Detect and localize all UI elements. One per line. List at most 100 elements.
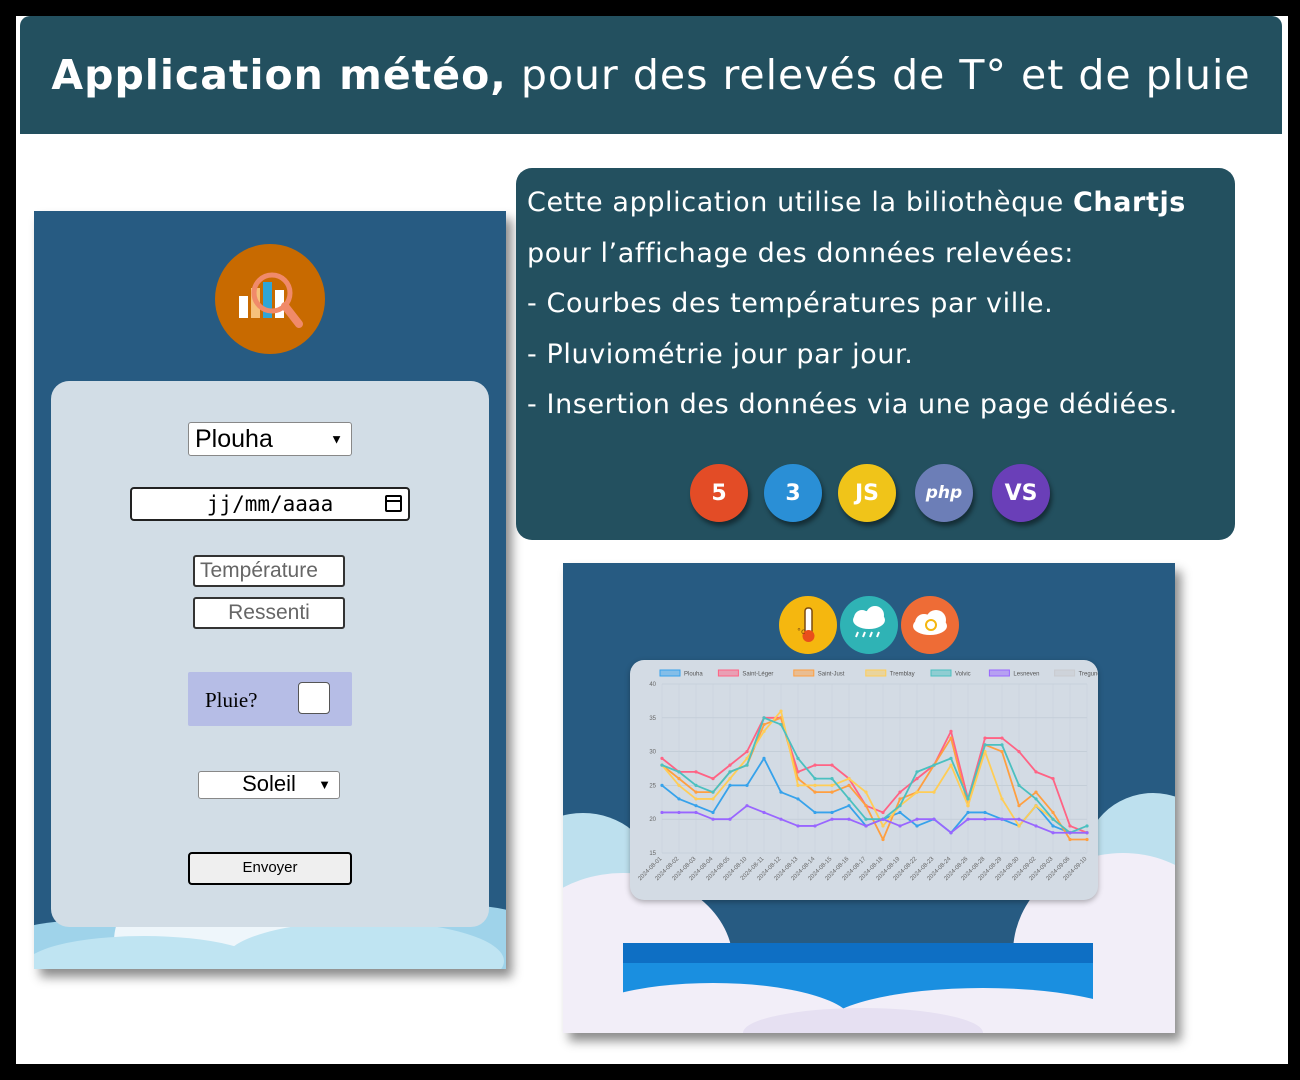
data-point — [1068, 824, 1072, 828]
pluie-checkbox[interactable] — [298, 682, 330, 714]
data-point — [762, 810, 766, 815]
data-point — [1085, 824, 1089, 828]
data-point — [932, 763, 936, 767]
data-point — [1068, 837, 1072, 842]
css3-label: 3 — [785, 480, 801, 506]
weather-select[interactable]: Soleil ▼ — [198, 771, 340, 799]
data-point — [932, 790, 936, 794]
data-point — [966, 797, 970, 801]
php-icon: php — [915, 464, 973, 522]
data-point — [711, 777, 715, 781]
data-point — [1051, 824, 1055, 828]
thermometer-icon[interactable]: °c — [779, 596, 837, 654]
data-point — [830, 810, 834, 815]
submit-button[interactable]: Envoyer — [188, 852, 352, 885]
data-point — [898, 790, 902, 794]
info-line-1: Cette application utilise la biliothèque… — [527, 178, 1186, 229]
data-point — [745, 763, 749, 767]
series-line — [661, 710, 1087, 834]
data-point — [1068, 831, 1072, 835]
data-point — [694, 810, 698, 815]
data-point — [898, 804, 902, 808]
data-point — [660, 756, 664, 760]
date-input-placeholder: jj/mm/aaaa — [206, 492, 334, 516]
y-tick-label: 30 — [649, 750, 656, 756]
data-point — [762, 756, 766, 760]
info-line-2: pour l’affichage des données relevées: — [527, 237, 1074, 269]
data-point — [728, 817, 732, 821]
city-select[interactable]: Plouha ▼ — [188, 422, 352, 456]
data-point — [796, 783, 800, 787]
data-point — [1085, 831, 1089, 835]
legend-swatch — [717, 669, 739, 677]
date-input[interactable]: jj/mm/aaaa — [130, 487, 410, 521]
data-point — [677, 797, 681, 801]
calendar-icon[interactable] — [385, 495, 402, 512]
visual-studio-label: VS — [1004, 480, 1038, 506]
data-point — [1000, 817, 1004, 821]
data-point — [915, 770, 919, 774]
data-point — [1034, 797, 1038, 801]
legend-swatch — [930, 669, 952, 677]
legend-label: Volvic — [955, 672, 971, 678]
pluie-label: Pluie? — [205, 688, 258, 712]
legend-label: Saint-Léger — [742, 672, 773, 678]
data-point — [1034, 804, 1038, 808]
data-point — [660, 763, 664, 767]
info-line-5: - Insertion des données via une page déd… — [527, 389, 1178, 420]
data-point — [847, 783, 851, 787]
data-point — [983, 743, 987, 747]
data-point — [711, 810, 715, 815]
info-line-4: - Pluviométrie jour par jour. — [527, 338, 914, 370]
data-point — [813, 783, 817, 787]
data-point — [983, 817, 987, 821]
legend-label: Lesneven — [1013, 672, 1039, 678]
data-point — [813, 824, 817, 828]
data-point — [830, 783, 834, 787]
weather-select-value: Soleil — [242, 771, 296, 796]
city-select-value: Plouha — [195, 425, 273, 453]
data-point — [813, 763, 817, 767]
data-point — [881, 824, 885, 828]
temperature-line-chart: 1520253035402024-08-012024-08-022024-08-… — [637, 669, 1098, 882]
cloud-sync-icon[interactable] — [901, 596, 959, 654]
rain-cloud-icon[interactable] — [840, 596, 898, 654]
data-point — [949, 729, 953, 733]
data-point — [711, 817, 715, 821]
ressenti-input-placeholder: Ressenti — [228, 601, 310, 624]
data-point — [677, 783, 681, 787]
legend-swatch — [988, 669, 1010, 677]
data-point — [864, 817, 868, 821]
y-tick-label: 35 — [649, 716, 656, 722]
data-point — [728, 763, 732, 767]
visual-studio-icon: VS — [992, 464, 1050, 522]
data-point — [915, 777, 919, 781]
css3-icon: 3 — [764, 464, 822, 522]
php-label: php — [925, 483, 963, 503]
data-point — [881, 837, 885, 842]
temperature-input[interactable]: Température — [193, 555, 345, 587]
temperature-chart-card: 15 20 25 30 35 40 2024-08-01 2024-08-02 2024-08-… — [630, 660, 1098, 900]
data-point — [864, 824, 868, 828]
data-point — [915, 790, 919, 794]
form-card: Plouha ▼ jj/mm/aaaa Température Ressenti… — [51, 381, 489, 927]
chevron-down-icon: ▼ — [318, 777, 331, 792]
data-point — [1000, 743, 1004, 747]
pluie-field: Pluie? — [188, 672, 352, 726]
data-point — [728, 770, 732, 774]
data-point — [1085, 837, 1089, 842]
data-point — [711, 797, 715, 801]
data-point — [898, 824, 902, 828]
data-point — [864, 790, 868, 794]
data-point — [830, 763, 834, 767]
data-point — [694, 783, 698, 787]
data-point — [1034, 824, 1038, 828]
data-point — [1000, 750, 1004, 754]
legend-label: Tremblay — [890, 672, 915, 678]
legend-swatch — [1054, 669, 1076, 677]
data-point — [677, 777, 681, 781]
data-point — [830, 777, 834, 781]
ressenti-input[interactable]: Ressenti — [193, 597, 345, 629]
legend-swatch — [865, 669, 887, 677]
data-point — [847, 817, 851, 821]
